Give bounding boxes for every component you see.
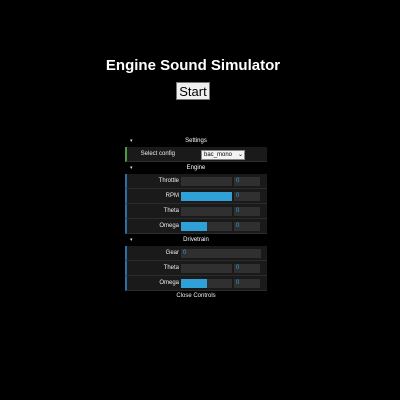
drivetrain-gear-row: Gear 0: [125, 246, 267, 261]
drivetrain-gear-label: Gear: [165, 250, 179, 256]
settings-folder-title[interactable]: ▾ Settings: [125, 135, 267, 147]
config-select-value: bac_mono: [204, 152, 233, 158]
collapse-triangle-icon: ▾: [130, 237, 133, 243]
drivetrain-omega-value[interactable]: 0: [234, 279, 260, 288]
engine-omega-value[interactable]: 0: [234, 222, 260, 231]
engine-rpm-value[interactable]: 0: [234, 192, 260, 201]
close-controls-button[interactable]: Close Controls: [125, 291, 267, 301]
chevron-down-icon: ⌄: [237, 152, 243, 158]
drivetrain-folder-title[interactable]: ▾ Drivetrain: [125, 234, 267, 246]
slider-fill: [181, 279, 207, 288]
collapse-triangle-icon: ▾: [130, 138, 133, 144]
engine-rpm-slider[interactable]: [181, 192, 232, 201]
drivetrain-omega-slider[interactable]: [181, 279, 232, 288]
drivetrain-gear-value[interactable]: 0: [181, 249, 261, 258]
settings-folder-label: Settings: [185, 138, 207, 144]
drivetrain-theta-slider[interactable]: [181, 264, 232, 273]
engine-omega-slider[interactable]: [181, 222, 232, 231]
engine-theta-value[interactable]: 0: [234, 207, 260, 216]
engine-throttle-row: Throttle 0: [125, 174, 267, 189]
engine-theta-row: Theta 0: [125, 204, 267, 219]
app-stage: Engine Sound Simulator Start ▾ Settings …: [0, 0, 400, 400]
drivetrain-theta-label: Theta: [163, 265, 179, 271]
controls-panel: ▾ Settings Select config bac_mono ⌄ ▾ En…: [125, 135, 267, 301]
engine-theta-label: Theta: [163, 208, 179, 214]
engine-rpm-label: RPM: [165, 193, 179, 199]
engine-folder-label: Engine: [186, 165, 206, 171]
engine-folder-title[interactable]: ▾ Engine: [125, 162, 267, 174]
select-config-row: Select config bac_mono ⌄: [125, 147, 267, 162]
collapse-triangle-icon: ▾: [130, 165, 133, 171]
drivetrain-omega-label: Omega: [159, 280, 179, 286]
engine-theta-slider[interactable]: [181, 207, 232, 216]
drivetrain-folder-label: Drivetrain: [183, 237, 209, 243]
engine-throttle-value[interactable]: 0: [234, 177, 260, 186]
slider-fill: [181, 222, 207, 231]
slider-fill: [181, 192, 232, 201]
start-button[interactable]: Start: [176, 82, 210, 100]
drivetrain-theta-row: Theta 0: [125, 261, 267, 276]
page-title: Engine Sound Simulator: [105, 57, 281, 74]
engine-throttle-slider[interactable]: [181, 177, 232, 186]
engine-omega-row: Omega 0: [125, 219, 267, 234]
engine-omega-label: Omega: [159, 223, 179, 229]
config-select[interactable]: bac_mono ⌄: [201, 150, 245, 160]
select-config-label: Select config: [140, 151, 175, 157]
drivetrain-omega-row: Omega 0: [125, 276, 267, 291]
drivetrain-theta-value[interactable]: 0: [234, 264, 260, 273]
engine-rpm-row: RPM 0: [125, 189, 267, 204]
engine-throttle-label: Throttle: [158, 178, 179, 184]
